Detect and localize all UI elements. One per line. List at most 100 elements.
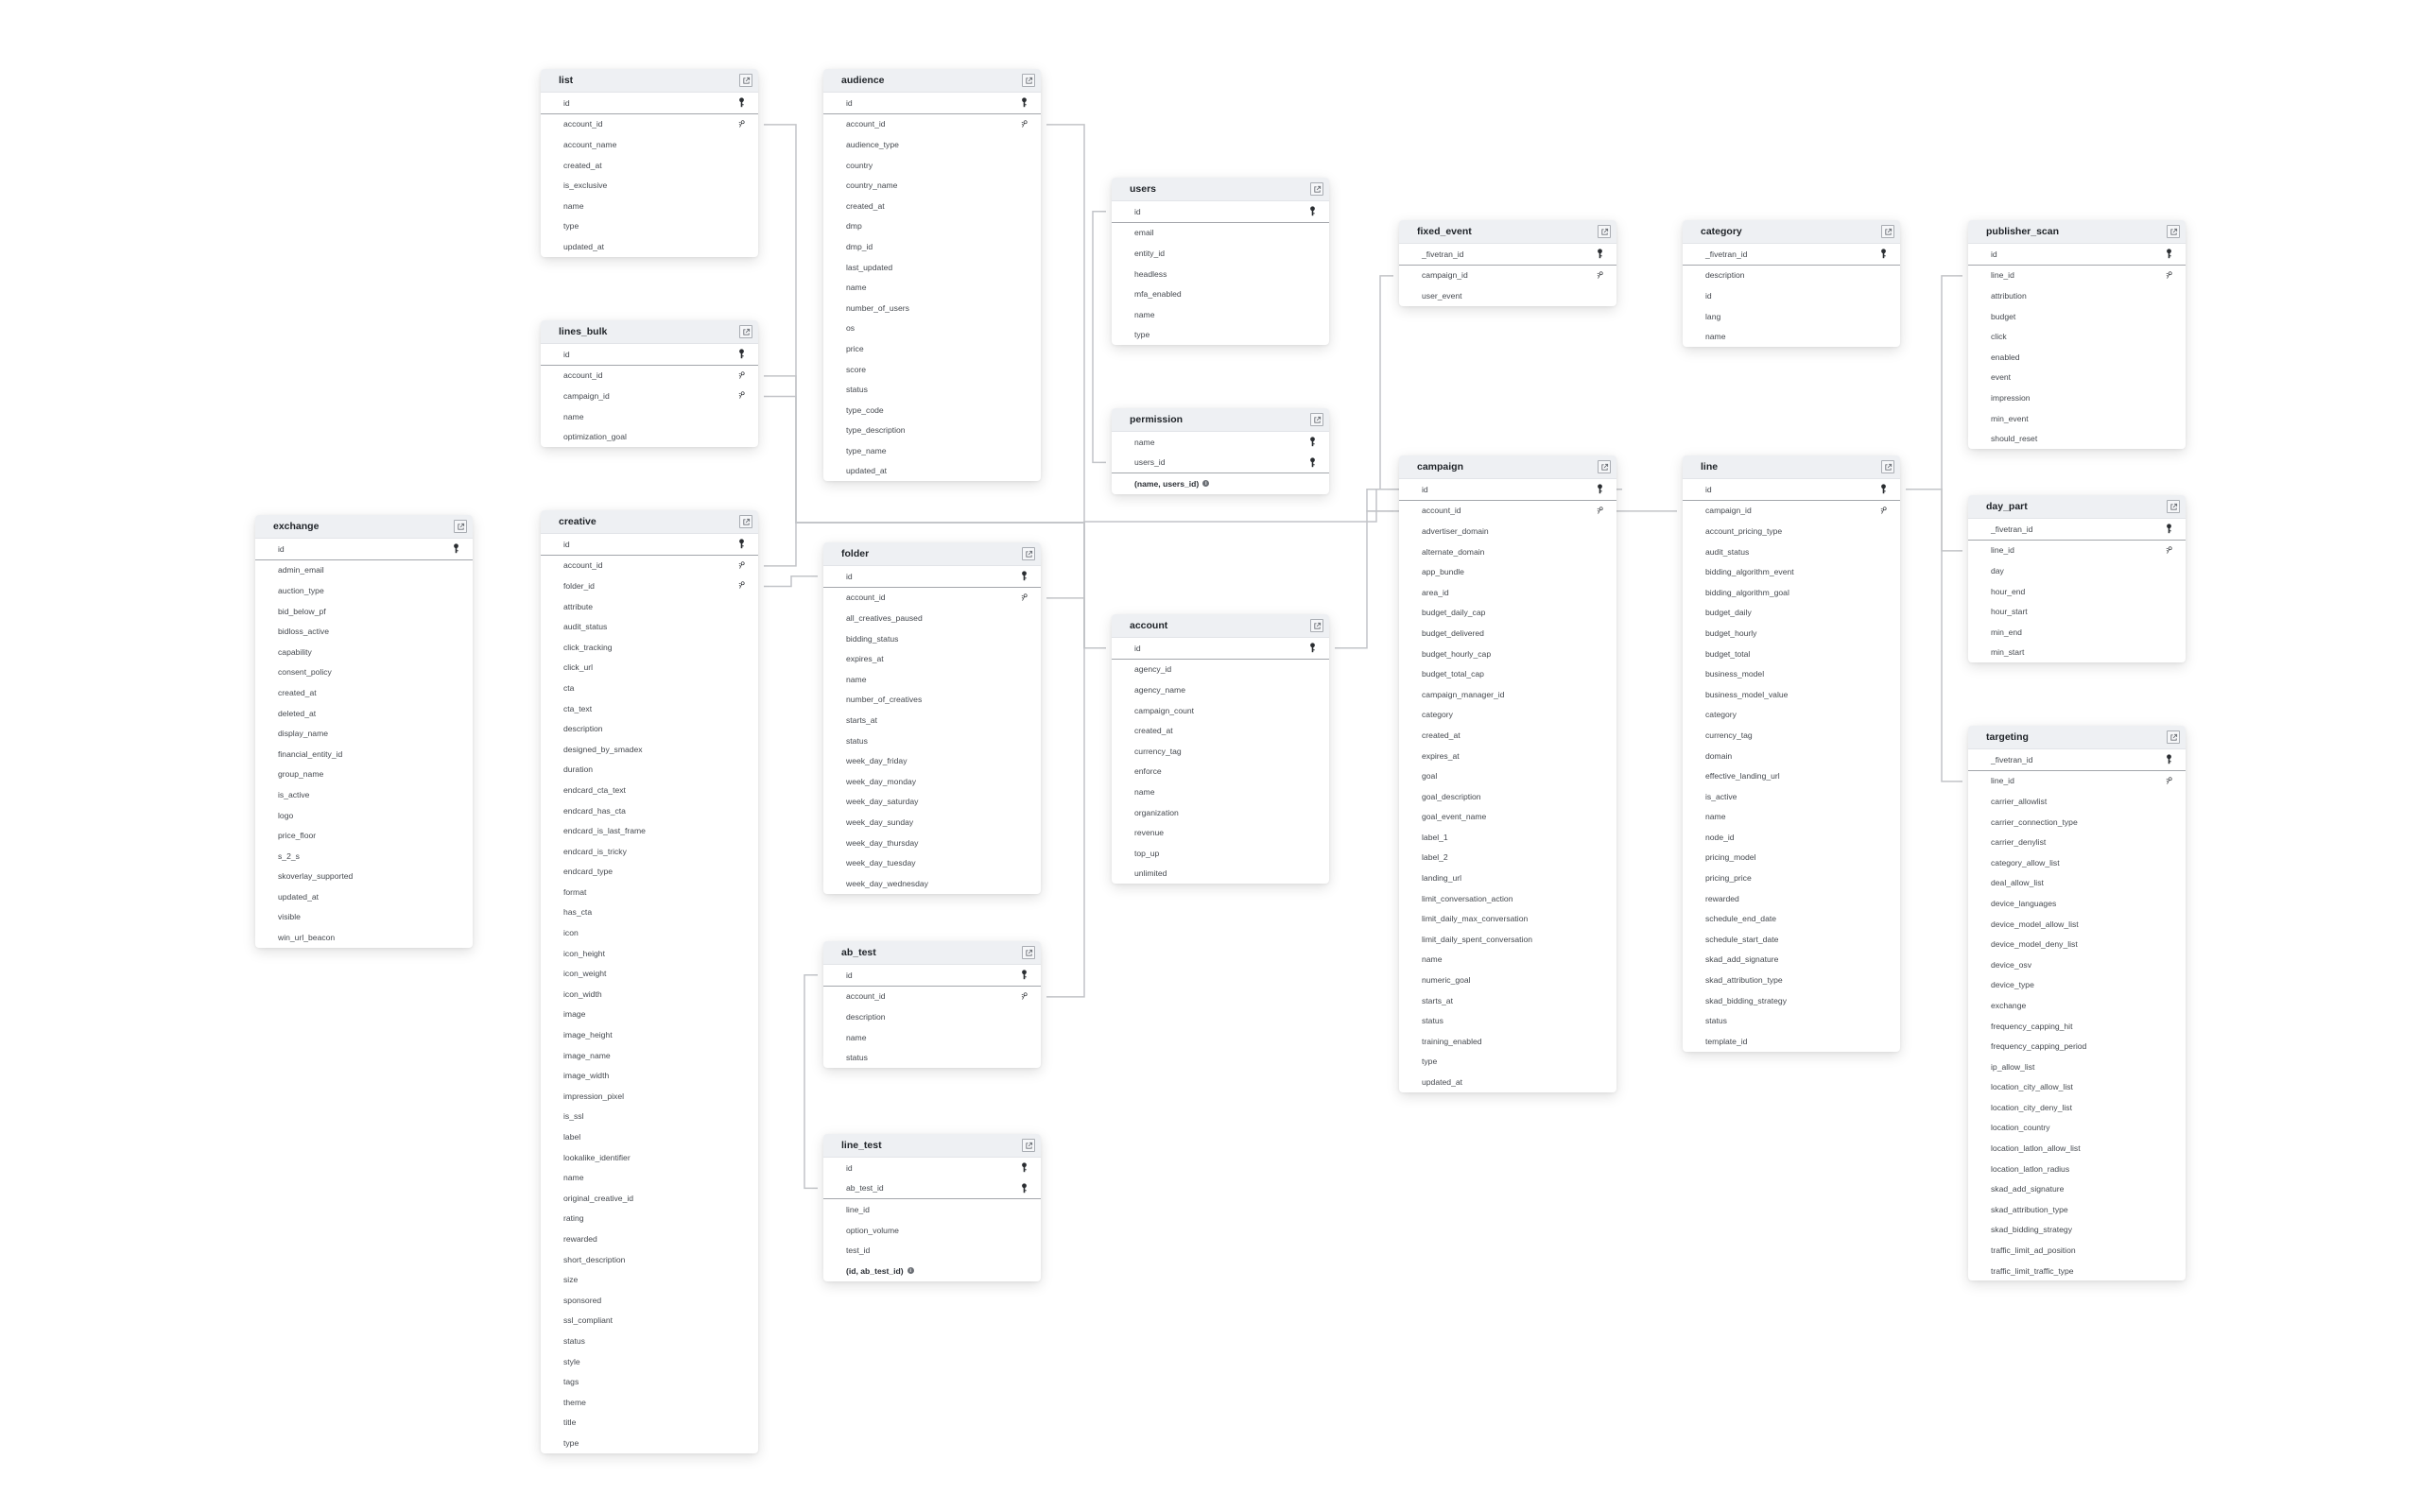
column-row[interactable]: description <box>541 718 758 739</box>
column-row[interactable]: bidding_algorithm_event <box>1683 561 1900 582</box>
column-row[interactable]: ab_test_id <box>823 1178 1041 1199</box>
open-table-button[interactable] <box>1022 74 1035 87</box>
info-icon[interactable]: i <box>1202 480 1210 488</box>
column-row[interactable]: bidding_status <box>823 628 1041 649</box>
column-row[interactable]: name <box>823 1027 1041 1048</box>
column-row[interactable]: click <box>1968 326 2186 347</box>
column-row[interactable]: account_id <box>823 114 1041 135</box>
column-row[interactable]: currency_tag <box>1112 741 1329 762</box>
column-row[interactable]: campaign_count <box>1112 700 1329 721</box>
column-row[interactable]: location_city_deny_list <box>1968 1097 2186 1118</box>
open-table-button[interactable] <box>1598 225 1611 238</box>
open-table-button[interactable] <box>1310 413 1323 426</box>
column-row[interactable]: price <box>823 338 1041 359</box>
relation-line[interactable] <box>1046 597 1106 649</box>
column-row[interactable]: image_height <box>541 1024 758 1045</box>
column-row[interactable]: expires_at <box>823 648 1041 669</box>
column-row[interactable]: bid_below_pf <box>255 601 473 622</box>
column-row[interactable]: created_at <box>255 682 473 703</box>
open-table-button[interactable] <box>454 520 467 533</box>
column-row[interactable]: skad_attribution_type <box>1683 970 1900 990</box>
column-row[interactable]: _fivetran_id <box>1399 244 1616 265</box>
column-row[interactable]: updated_at <box>823 461 1041 482</box>
column-row[interactable]: id <box>541 93 758 113</box>
column-row[interactable]: optimization_goal <box>541 426 758 447</box>
table-header[interactable]: permission <box>1112 408 1329 432</box>
column-row[interactable]: capability <box>255 642 473 662</box>
table-header[interactable]: exchange <box>255 515 473 539</box>
open-table-button[interactable] <box>2167 730 2180 744</box>
column-row[interactable]: number_of_users <box>823 298 1041 318</box>
column-row[interactable]: _fivetran_id <box>1968 519 2186 540</box>
column-row[interactable]: label_2 <box>1399 848 1616 868</box>
column-row[interactable]: traffic_limit_traffic_type <box>1968 1261 2186 1281</box>
column-row[interactable]: skad_add_signature <box>1683 950 1900 971</box>
column-row[interactable]: s_2_s <box>255 846 473 867</box>
column-row[interactable]: training_enabled <box>1399 1031 1616 1052</box>
column-row[interactable]: audit_status <box>1683 541 1900 562</box>
column-row[interactable]: name <box>541 196 758 216</box>
table-creative[interactable]: creative id account_id folder_id attribute… <box>541 510 758 1453</box>
column-row[interactable]: min_start <box>1968 643 2186 663</box>
column-row[interactable]: week_day_friday <box>823 750 1041 771</box>
table-audience[interactable]: audience id account_id audience_type count… <box>823 69 1041 482</box>
column-row[interactable]: last_updated <box>823 257 1041 278</box>
column-row[interactable]: limit_daily_spent_conversation <box>1399 929 1616 950</box>
column-row[interactable]: created_at <box>823 196 1041 216</box>
column-row[interactable]: endcard_type <box>541 862 758 883</box>
column-row[interactable]: is_exclusive <box>541 175 758 196</box>
column-row[interactable]: account_id <box>541 366 758 387</box>
open-table-button[interactable] <box>1881 460 1894 473</box>
column-row[interactable]: device_osv <box>1968 954 2186 975</box>
column-row[interactable]: price_floor <box>255 825 473 846</box>
column-row[interactable]: node_id <box>1683 827 1900 848</box>
column-row[interactable]: tags <box>541 1371 758 1392</box>
column-row[interactable]: os <box>823 318 1041 339</box>
column-row[interactable]: folder_id <box>541 576 758 596</box>
column-row[interactable]: week_day_monday <box>823 771 1041 792</box>
column-row[interactable]: image <box>541 1005 758 1025</box>
column-row[interactable]: account_id <box>541 114 758 135</box>
column-row[interactable]: landing_url <box>1399 868 1616 888</box>
column-row[interactable]: carrier_connection_type <box>1968 812 2186 833</box>
column-row[interactable]: headless <box>1112 264 1329 284</box>
column-row[interactable]: financial_entity_id <box>255 744 473 765</box>
relation-line[interactable] <box>1906 275 1962 490</box>
column-row[interactable]: visible <box>255 907 473 928</box>
composite-key-row[interactable]: (name, users_id) i <box>1112 473 1329 494</box>
column-row[interactable]: budget <box>1968 306 2186 327</box>
column-row[interactable]: rating <box>541 1209 758 1229</box>
table-users[interactable]: users id email entity_id headless mfa_enabl… <box>1112 178 1329 346</box>
column-row[interactable]: numeric_goal <box>1399 970 1616 990</box>
column-row[interactable]: endcard_is_last_frame <box>541 820 758 841</box>
column-row[interactable]: skad_bidding_strategy <box>1683 990 1900 1011</box>
column-row[interactable]: _fivetran_id <box>1683 244 1900 265</box>
relation-line[interactable] <box>764 576 818 588</box>
column-row[interactable]: account_id <box>823 987 1041 1007</box>
open-table-button[interactable] <box>2167 500 2180 513</box>
table-header[interactable]: day_part <box>1968 495 2186 519</box>
column-row[interactable]: min_end <box>1968 622 2186 643</box>
column-row[interactable]: traffic_limit_ad_position <box>1968 1240 2186 1261</box>
column-row[interactable]: description <box>823 1006 1041 1027</box>
column-row[interactable]: id <box>1683 479 1900 500</box>
column-row[interactable]: pricing_price <box>1683 868 1900 888</box>
table-header[interactable]: campaign <box>1399 455 1616 479</box>
column-row[interactable]: mfa_enabled <box>1112 284 1329 304</box>
open-table-button[interactable] <box>1022 1139 1035 1152</box>
column-row[interactable]: impression_pixel <box>541 1086 758 1107</box>
relation-line[interactable] <box>1046 647 1106 998</box>
column-row[interactable]: id <box>1399 479 1616 500</box>
column-row[interactable]: device_model_allow_list <box>1968 914 2186 935</box>
column-row[interactable]: id <box>1112 201 1329 222</box>
column-row[interactable]: starts_at <box>1399 990 1616 1011</box>
column-row[interactable]: updated_at <box>541 236 758 257</box>
column-row[interactable]: campaign_id <box>541 386 758 406</box>
column-row[interactable]: bidloss_active <box>255 621 473 642</box>
column-row[interactable]: alternate_domain <box>1399 541 1616 562</box>
column-row[interactable]: budget_delivered <box>1399 623 1616 644</box>
column-row[interactable]: frequency_capping_hit <box>1968 1016 2186 1037</box>
column-row[interactable]: audience_type <box>823 134 1041 155</box>
column-row[interactable]: attribution <box>1968 285 2186 306</box>
column-row[interactable]: week_day_saturday <box>823 792 1041 813</box>
